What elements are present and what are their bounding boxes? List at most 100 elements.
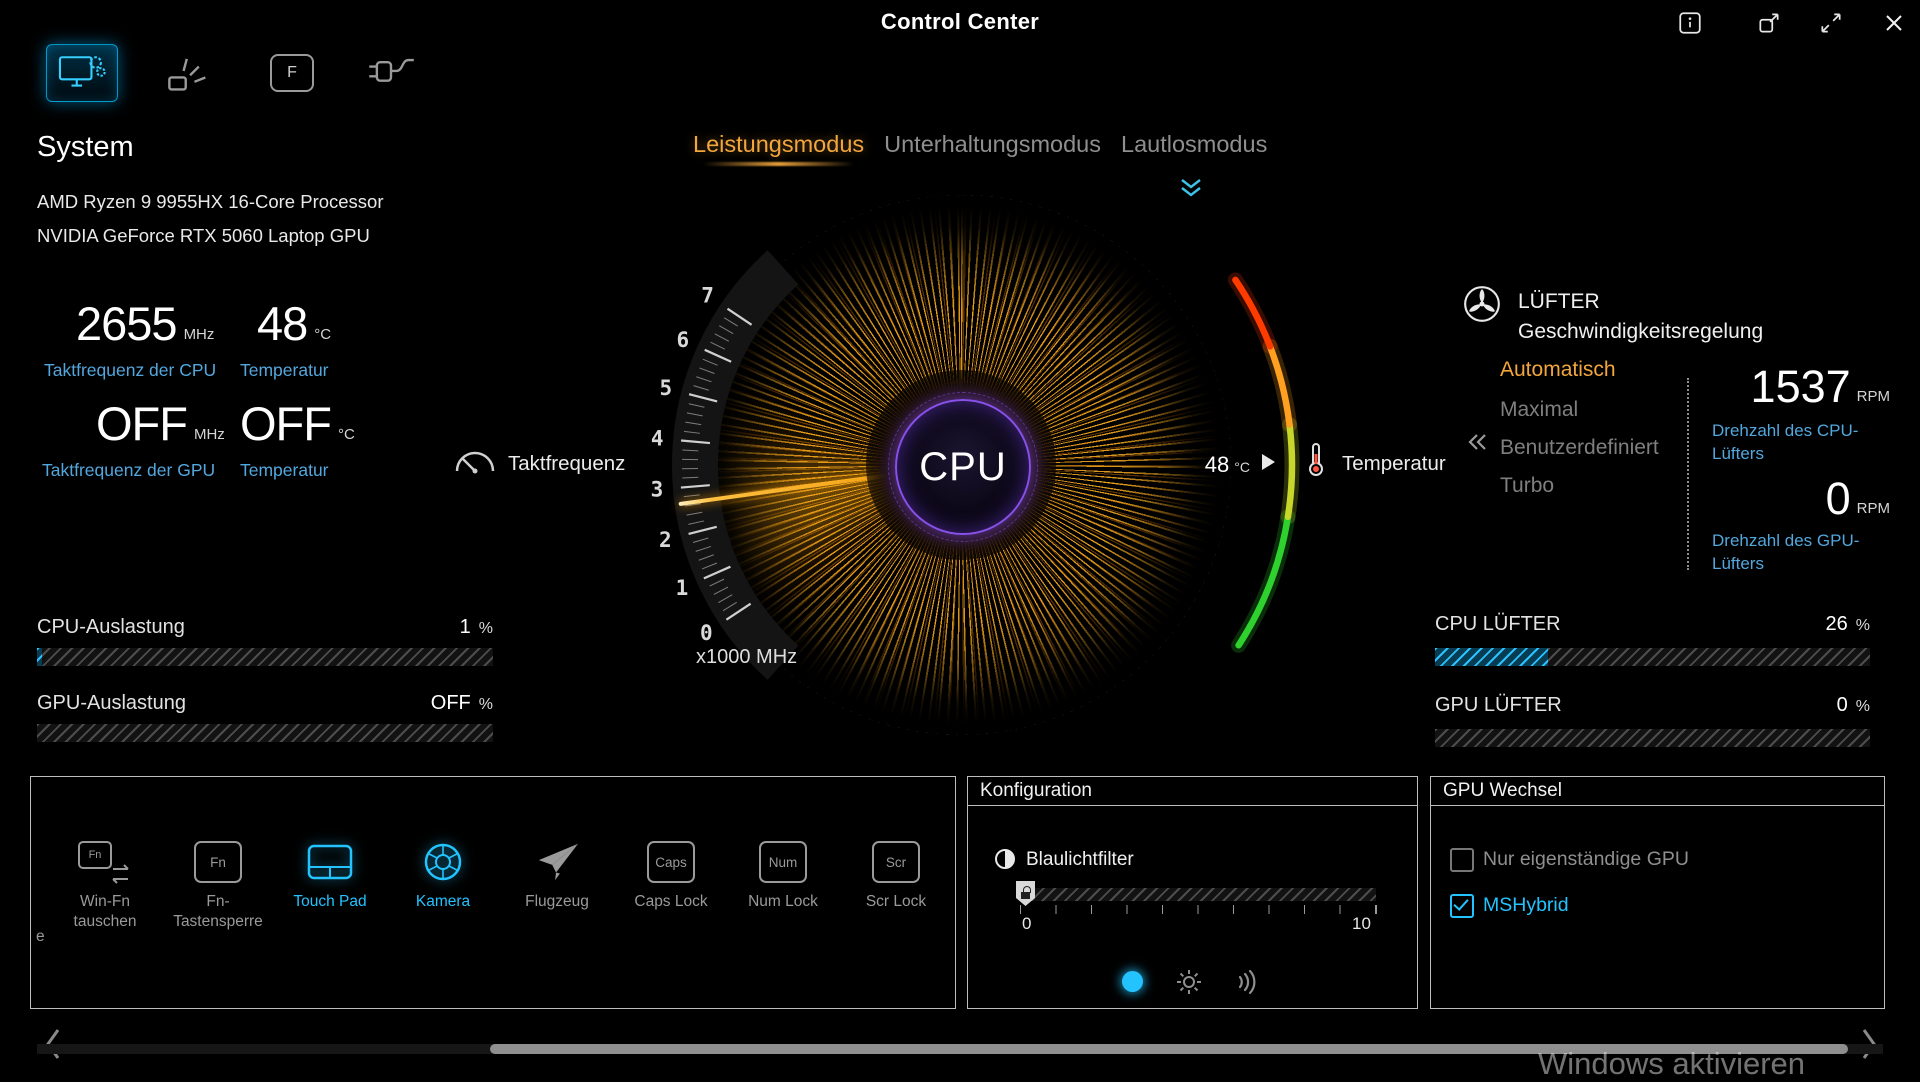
fan-subtitle: Geschwindigkeitsregelung [1518, 320, 1763, 344]
svg-text:0: 0 [700, 621, 713, 645]
volume-button[interactable] [1232, 968, 1260, 996]
cpu-usage-unit: % [479, 620, 493, 638]
fn-lock-icon: Fn [165, 836, 271, 888]
tab-unterhaltungsmodus[interactable]: Unterhaltungsmodus [884, 131, 1101, 158]
fn-key-glyph: Fn [89, 849, 102, 861]
quick-button-fn-lock[interactable]: Fn Fn-Tastensperre [165, 836, 271, 932]
gpu-frequency-unit: MHz [194, 426, 225, 447]
control-center-window: { "titlebar": { "title": "Control Center… [0, 0, 1920, 1080]
info-icon [1677, 10, 1703, 36]
gauge-frequency-label: Taktfrequenz [508, 452, 625, 476]
blue-light-slider-track[interactable] [1020, 888, 1376, 901]
close-button[interactable] [1877, 8, 1911, 38]
cpu-fan-bar-row: CPU LÜFTER 26% [1435, 613, 1870, 637]
quick-button-label: Kamera [390, 892, 496, 912]
window-title: Control Center [0, 9, 1920, 35]
quick-button-label: Num Lock [730, 892, 836, 912]
fn-key-glyph: Fn [210, 855, 226, 870]
quick-button-camera[interactable]: Kamera [390, 836, 496, 912]
quick-button-touchpad[interactable]: Touch Pad [277, 836, 383, 912]
tab-devices[interactable] [366, 50, 416, 94]
gpu-usage-bar [37, 724, 493, 742]
fn-swap-icon: Fn [52, 836, 158, 888]
plug-icon [366, 50, 416, 94]
fullscreen-button[interactable] [1814, 8, 1848, 38]
tab-keyboard-backlight[interactable] [165, 50, 213, 94]
gauge-temp-value: 48 [1205, 452, 1229, 478]
windows-watermark: Windows aktivieren [1538, 1046, 1805, 1082]
quick-button-airplane[interactable]: Flugzeug [504, 836, 610, 912]
cpu-frequency-unit: MHz [184, 326, 215, 347]
svg-text:3: 3 [651, 477, 664, 501]
fan-mode-benutzerdefiniert[interactable]: Benutzerdefiniert [1500, 436, 1659, 460]
gpu-fan-rpm: 0 RPM [1700, 476, 1890, 521]
quick-button-num-lock[interactable]: Num Num Lock [730, 836, 836, 912]
quick-button-scr-lock[interactable]: Scr Scr Lock [843, 836, 949, 912]
fan-mode-maximal[interactable]: Maximal [1500, 398, 1578, 422]
cpu-usage-label: CPU-Auslastung [37, 616, 185, 639]
quick-button-win-fn-swap[interactable]: Fn Win-Fn tauschen [52, 836, 158, 932]
gpu-fan-bar-label: GPU LÜFTER [1435, 694, 1562, 717]
svg-text:1: 1 [676, 576, 689, 600]
gpu-temp-unit: °C [338, 426, 355, 447]
restore-window-button[interactable] [1752, 8, 1786, 38]
brightness-button[interactable] [1176, 969, 1202, 995]
gpu-usage-row: GPU-Auslastung OFF% [37, 692, 493, 716]
dedicated-gpu-checkbox[interactable] [1450, 848, 1474, 872]
fan-mode-automatisch[interactable]: Automatisch [1500, 358, 1616, 382]
monitor-gears-icon [57, 52, 107, 94]
tab-leistungsmodus[interactable]: Leistungsmodus [693, 131, 864, 158]
camera-icon [390, 836, 496, 888]
performance-mode-tabs: Leistungsmodus Unterhaltungsmodus Lautlo… [693, 131, 1267, 158]
keyboard-backlight-icon [165, 50, 213, 94]
blue-light-slider-ruler [1020, 905, 1377, 914]
gpu-frequency-metric: OFF MHz [96, 400, 225, 447]
gpu-usage-unit: % [479, 696, 493, 714]
gpu-fan-bar [1435, 729, 1870, 747]
slider-max-label: 10 [1352, 914, 1371, 934]
tab-fn-keys[interactable]: F [270, 54, 314, 92]
cpu-name: AMD Ryzen 9 9955HX 16-Core Processor [37, 191, 384, 213]
gpu-temp-metric: OFF °C [240, 400, 355, 447]
cpu-usage-bar-fill [37, 648, 42, 666]
night-mode-icon[interactable] [1122, 971, 1143, 992]
mshybrid-checkbox[interactable] [1450, 894, 1474, 918]
gpu-temp-value: OFF [240, 400, 331, 447]
close-icon [1882, 11, 1906, 35]
cpu-temp-metric: 48 °C [257, 300, 331, 347]
thermometer-icon [1306, 442, 1326, 480]
blue-light-label: Blaulichtfilter [1026, 849, 1134, 871]
restore-icon [1756, 10, 1782, 36]
blue-light-icon [993, 847, 1017, 871]
page-title: System [37, 131, 134, 164]
cpu-temp-label: Temperatur [240, 360, 329, 381]
gpu-fan-rpm-unit: RPM [1857, 500, 1890, 521]
cpu-fan-rpm-label: Drehzahl des CPU-Lüfters [1712, 420, 1880, 466]
lock-icon-body [1021, 892, 1030, 899]
konfiguration-title: Konfiguration [968, 777, 1417, 806]
f-key-glyph: F [287, 64, 297, 82]
quick-button-caps-lock[interactable]: Caps Caps Lock [618, 836, 724, 912]
cpu-fan-rpm-value: 1537 [1751, 364, 1851, 409]
tab-system[interactable] [46, 44, 118, 102]
cpu-temp-value: 48 [257, 300, 307, 347]
gpu-frequency-value: OFF [96, 400, 187, 447]
quick-button-label: Flugzeug [504, 892, 610, 912]
gauge-center-label: CPU [919, 445, 1006, 490]
cpu-usage-bar [37, 648, 493, 666]
info-button[interactable] [1673, 8, 1707, 38]
fullscreen-icon [1818, 10, 1844, 36]
gpu-switch-panel: GPU Wechsel [1430, 776, 1885, 1009]
gauge-temp-label: Temperatur [1342, 452, 1446, 476]
cpu-frequency-value: 2655 [76, 300, 177, 347]
gauge-hub: CPU [895, 399, 1031, 535]
fan-mode-turbo[interactable]: Turbo [1500, 474, 1554, 498]
gpu-name: NVIDIA GeForce RTX 5060 Laptop GPU [37, 225, 370, 247]
tab-lautlosmodus[interactable]: Lautlosmodus [1121, 131, 1267, 158]
gpu-fan-bar-unit: % [1856, 698, 1870, 716]
gpu-frequency-label: Taktfrequenz der GPU [42, 460, 215, 481]
collapse-fan-menu-control[interactable] [1466, 432, 1488, 452]
svg-text:2: 2 [659, 528, 672, 552]
gpu-fan-bar-row: GPU LÜFTER 0% [1435, 694, 1870, 718]
temp-marker-icon [1262, 454, 1275, 470]
